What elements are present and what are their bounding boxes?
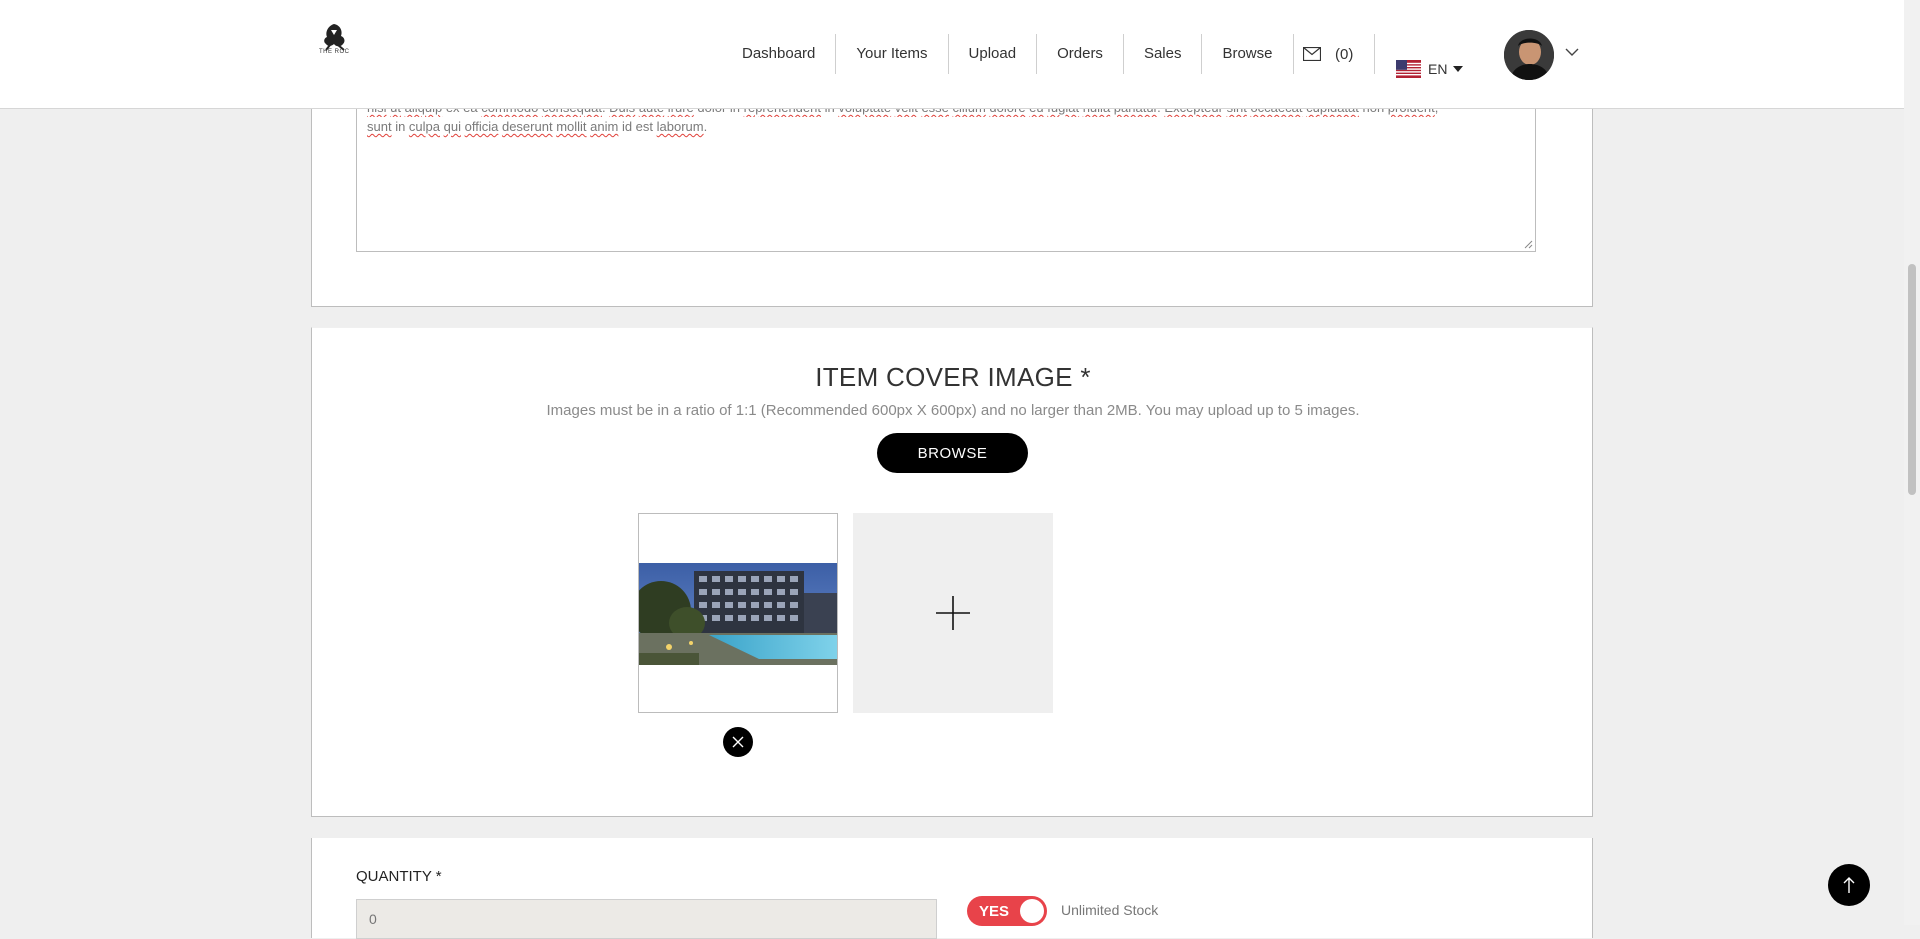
scrollbar-thumb[interactable] [1908, 264, 1916, 495]
browse-button[interactable]: BROWSE [877, 433, 1028, 473]
description-card: nisi ut aliquip ex ea commodo consequat.… [311, 108, 1593, 307]
misspelled-word: cillum [953, 108, 986, 115]
nav-your-items[interactable]: Your Items [836, 34, 949, 74]
misspelled-word: anim [590, 119, 619, 134]
messages-link[interactable]: (0) [1303, 34, 1376, 74]
avatar-image [1504, 30, 1554, 80]
nav-browse[interactable]: Browse [1202, 34, 1294, 74]
resize-grip-icon[interactable] [1524, 240, 1533, 249]
quantity-input[interactable] [356, 899, 937, 939]
logo-text: THE ROC [319, 49, 350, 55]
misspelled-word: consequat [542, 108, 602, 115]
toggle-label: YES [979, 903, 1010, 920]
quantity-label: QUANTITY * [356, 868, 442, 885]
description-text: dolor in [694, 108, 744, 115]
misspelled-word: fugiat [1047, 108, 1079, 115]
description-text: ex ea [442, 108, 481, 115]
cover-image-title: ITEM COVER IMAGE * [815, 362, 1091, 392]
description-line-2: sunt in culpa qui officia deserunt molli… [367, 117, 1525, 136]
us-flag-icon [1396, 60, 1421, 78]
unlimited-stock-toggle[interactable]: YES [967, 896, 1047, 926]
description-textarea[interactable]: nisi ut aliquip ex ea commodo consequat.… [356, 108, 1536, 252]
misspelled-word: commodo [481, 108, 538, 115]
misspelled-word: dolore [989, 108, 1025, 115]
language-selector[interactable]: EN [1396, 60, 1464, 78]
description-text: in [821, 108, 838, 115]
misspelled-word: officia [464, 119, 499, 134]
misspelled-word: aliquip [405, 108, 443, 115]
close-icon [732, 736, 744, 748]
misspelled-word: sint [1227, 108, 1247, 115]
misspelled-word: velit [895, 108, 918, 115]
nav-sales[interactable]: Sales [1124, 34, 1203, 74]
message-count: (0) [1335, 45, 1354, 63]
unlimited-stock-caption: Unlimited Stock [1061, 902, 1159, 918]
misspelled-word: eu [1029, 108, 1043, 115]
description-text: . [703, 119, 708, 134]
misspelled-word: Duis [609, 108, 635, 115]
misspelled-word: culpa [408, 119, 440, 134]
misspelled-word: cupidatat [1306, 108, 1359, 115]
chevron-down-icon[interactable] [1565, 47, 1579, 57]
cover-image-card: ITEM COVER IMAGE * Images must be in a r… [311, 327, 1593, 817]
misspelled-word: nisi [367, 108, 387, 115]
misspelled-word: qui [443, 119, 461, 134]
add-image-tile[interactable] [853, 513, 1053, 713]
misspelled-word: proident [1388, 108, 1435, 115]
caret-down-icon [1453, 66, 1464, 72]
misspelled-word: Excepteur [1164, 108, 1223, 115]
building-photo [639, 563, 837, 665]
remove-image-button[interactable] [723, 727, 753, 757]
description-text: non [1359, 108, 1388, 115]
arrow-up-icon [1843, 877, 1855, 893]
nav-orders[interactable]: Orders [1037, 34, 1124, 74]
misspelled-word: aute [639, 108, 664, 115]
nav-upload[interactable]: Upload [949, 34, 1038, 74]
misspelled-word: occaecat [1250, 108, 1302, 115]
plus-icon [936, 596, 970, 630]
misspelled-word: sunt [367, 119, 392, 134]
misspelled-word: nulla [1083, 108, 1110, 115]
description-text: id est [618, 119, 657, 134]
misspelled-word: ut [390, 108, 401, 115]
nav-dashboard[interactable]: Dashboard [721, 34, 837, 74]
misspelled-word: irure [668, 108, 694, 115]
misspelled-word: esse [921, 108, 948, 115]
page-scrollbar[interactable] [1904, 0, 1920, 925]
cover-image-note: Images must be in a ratio of 1:1 (Recomm… [546, 402, 1360, 419]
toggle-knob [1020, 899, 1044, 923]
description-text: , [1435, 108, 1439, 115]
misspelled-word: laborum [656, 119, 704, 134]
avatar[interactable] [1504, 30, 1554, 80]
misspelled-word: pariatur [1114, 108, 1157, 115]
misspelled-word: voluptate [838, 108, 891, 115]
language-label: EN [1428, 61, 1448, 77]
mail-icon [1303, 47, 1321, 61]
description-text: in [391, 119, 409, 134]
uploaded-image-thumbnail[interactable] [638, 513, 838, 713]
quantity-card: QUANTITY * YES Unlimited Stock [311, 838, 1593, 939]
top-navigation-bar: THE ROC Dashboard Your Items Upload Orde… [0, 0, 1904, 109]
misspelled-word: reprehenderit [744, 108, 821, 115]
back-to-top-button[interactable] [1828, 864, 1870, 906]
main-nav: Dashboard Your Items Upload Orders Sales… [721, 34, 1294, 74]
misspelled-word: deserunt [501, 119, 553, 134]
misspelled-word: mollit [556, 119, 587, 134]
description-line-1: nisi ut aliquip ex ea commodo consequat.… [367, 108, 1525, 117]
